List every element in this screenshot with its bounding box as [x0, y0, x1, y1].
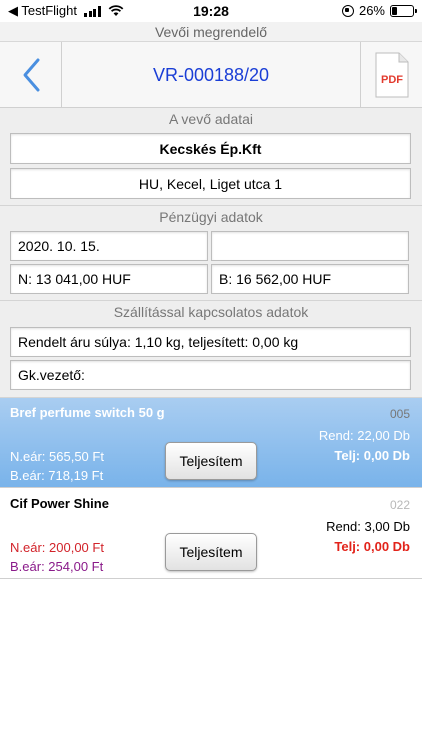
fulfil-button[interactable]: Teljesítem	[165, 442, 257, 480]
item-ordered-qty: Rend: 3,00 Db	[326, 519, 410, 534]
top-bar: VR-000188/20 PDF	[0, 42, 422, 108]
item-name: Bref perfume switch 50 g	[10, 405, 165, 420]
battery-percent: 26%	[358, 3, 385, 18]
item-gross-price: B.eár: 254,00 Ft	[10, 559, 104, 574]
customer-name: Kecskés Ép.Kft	[10, 133, 411, 164]
shipping-section-title: Szállítással kapcsolatos adatok	[113, 304, 309, 320]
list-item[interactable]: Cif Power Shine 022 Rend: 3,00 Db Telj: …	[0, 489, 422, 579]
orientation-lock-icon	[341, 4, 354, 17]
shipping-section: Szállítással kapcsolatos adatok Rendelt …	[0, 301, 422, 398]
order-number: VR-000188/20	[152, 65, 270, 85]
item-name: Cif Power Shine	[10, 496, 109, 511]
financial-section-title: Pénzügyi adatok	[159, 209, 263, 225]
financial-empty-field	[211, 231, 409, 261]
net-total: N: 13 041,00 HUF	[10, 264, 208, 294]
financial-section: Pénzügyi adatok 2020. 10. 15. N: 13 041,…	[0, 206, 422, 301]
battery-level	[392, 6, 398, 15]
gross-total: B: 16 562,00 HUF	[211, 264, 409, 294]
item-net-price: N.eár: 200,00 Ft	[10, 540, 104, 555]
status-bar-right: 26%	[341, 3, 417, 18]
item-code: 005	[389, 407, 410, 421]
customer-section-title: A vevő adatai	[168, 111, 254, 127]
order-date: 2020. 10. 15.	[10, 231, 208, 261]
pdf-label: PDF	[381, 74, 403, 86]
driver-field: Gk.vezető:	[10, 360, 411, 390]
item-fulfilled-qty: Telj: 0,00 Db	[334, 448, 410, 463]
chevron-left-icon	[23, 58, 39, 92]
battery-icon	[390, 4, 417, 17]
pdf-button[interactable]: PDF	[360, 42, 422, 108]
fulfil-button[interactable]: Teljesítem	[165, 533, 257, 571]
item-fulfilled-qty: Telj: 0,00 Db	[334, 539, 410, 554]
item-ordered-qty: Rend: 22,00 Db	[318, 428, 410, 443]
screen-title: Vevői megrendelő	[0, 22, 422, 42]
pdf-document-icon: PDF	[375, 52, 408, 98]
item-net-price: N.eár: 565,50 Ft	[10, 449, 104, 464]
list-item[interactable]: Bref perfume switch 50 g 005 Rend: 22,00…	[0, 398, 422, 488]
item-code: 022	[389, 498, 410, 512]
customer-section: A vevő adatai Kecskés Ép.Kft HU, Kecel, …	[0, 108, 422, 206]
back-button[interactable]	[0, 42, 62, 108]
item-gross-price: B.eár: 718,19 Ft	[10, 468, 104, 483]
ordered-weight: Rendelt áru súlya: 1,10 kg, teljesített:…	[10, 327, 411, 357]
status-bar: ◀ TestFlight 19:28 26%	[0, 0, 422, 22]
customer-address: HU, Kecel, Liget utca 1	[10, 168, 411, 199]
